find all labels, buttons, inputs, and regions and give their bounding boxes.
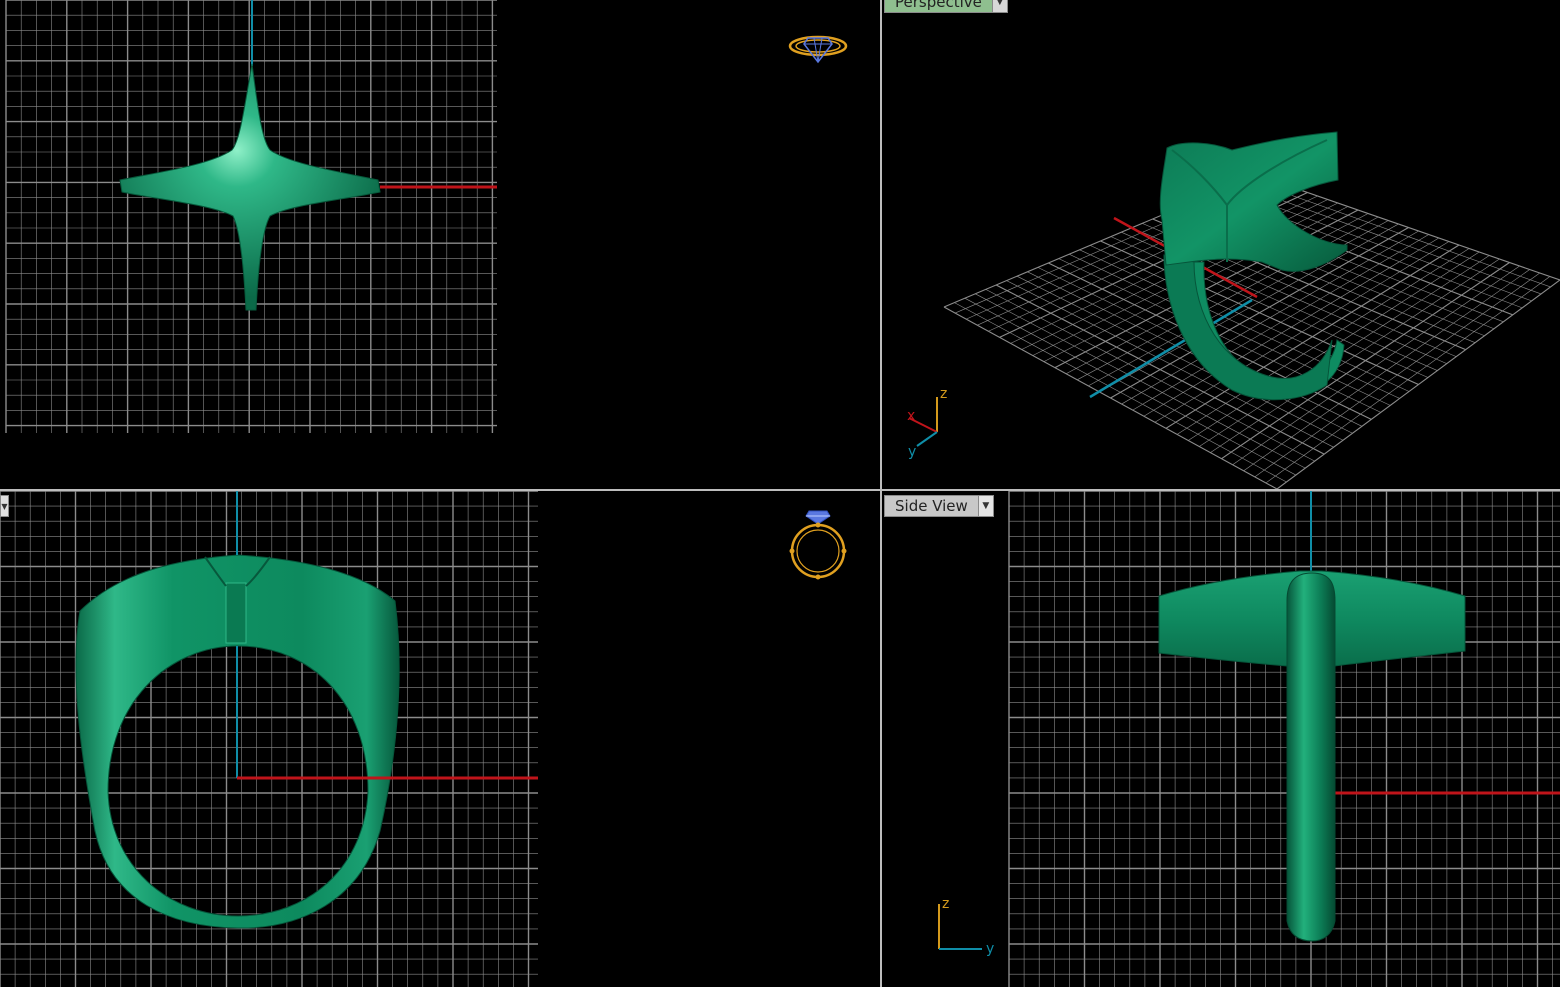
ring-top-shape[interactable] <box>119 63 381 311</box>
chevron-down-icon[interactable]: ▼ <box>977 496 993 516</box>
side-view-selector[interactable]: Side View ▼ <box>884 495 994 517</box>
chevron-down-icon[interactable]: ▼ <box>1 502 7 511</box>
perspective-view-label: Perspective <box>895 0 982 11</box>
axis-label-y: y <box>986 941 994 957</box>
top-viewport-canvas[interactable] <box>0 0 880 489</box>
front-viewport-canvas[interactable] <box>0 491 880 987</box>
axis-label-x: x <box>907 408 915 424</box>
perspective-viewport-canvas[interactable]: z x y <box>882 0 1560 489</box>
ring-top-icon[interactable] <box>788 35 848 64</box>
ring-side-shape[interactable] <box>1158 570 1466 942</box>
side-view-label: Side View <box>895 497 968 515</box>
top-viewport[interactable] <box>0 0 880 489</box>
ring-perspective-shape[interactable] <box>1159 131 1348 401</box>
side-grid <box>1008 491 1560 987</box>
axis-triad-side: z y <box>938 896 994 957</box>
chevron-down-icon[interactable]: ▼ <box>991 0 1007 12</box>
ring-front-icon[interactable] <box>789 510 847 580</box>
axis-triad-perspective: z x y <box>907 386 947 460</box>
ring-front-center-ridge <box>225 582 247 644</box>
side-viewport[interactable]: z y <box>882 491 1560 987</box>
axis-label-z: z <box>940 386 947 402</box>
axis-label-y: y <box>908 444 916 460</box>
perspective-viewport[interactable]: z x y <box>882 0 1560 489</box>
perspective-view-selector[interactable]: Perspective ▼ <box>884 0 1008 13</box>
axis-label-z: z <box>942 896 949 912</box>
front-view-selector[interactable]: ▼ <box>0 495 9 517</box>
side-viewport-canvas[interactable]: z y <box>882 491 1560 987</box>
front-viewport[interactable] <box>0 491 880 987</box>
